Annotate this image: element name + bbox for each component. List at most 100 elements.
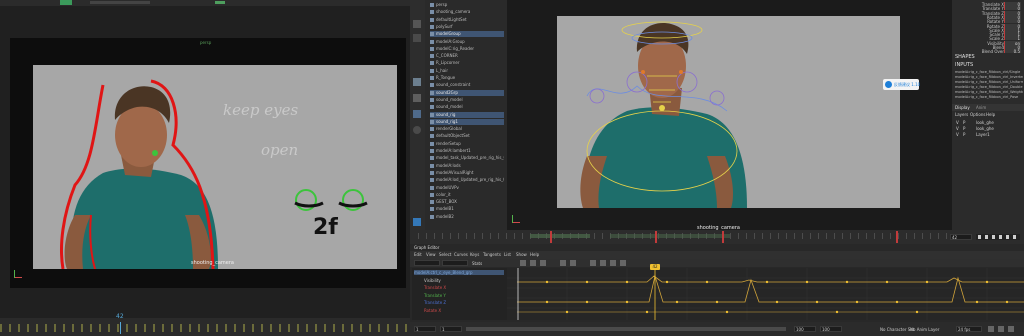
layer-visibility-toggle[interactable]: V: [956, 132, 959, 137]
range-slider[interactable]: [466, 327, 786, 331]
menu-edit[interactable]: Edit: [414, 251, 422, 259]
outliner-item[interactable]: modelA:lods: [430, 163, 504, 169]
outliner-item[interactable]: polySurf: [430, 24, 504, 30]
outliner-item[interactable]: R_Tongue: [430, 75, 504, 81]
stats-field-2[interactable]: [442, 260, 468, 266]
go-start-icon[interactable]: [978, 235, 981, 239]
tab-anim[interactable]: Anim: [976, 105, 986, 110]
audio-icon[interactable]: [998, 326, 1004, 332]
left-timeline[interactable]: 42: [0, 313, 410, 336]
outliner-item[interactable]: modelB2: [430, 214, 504, 220]
graph-editor-list-item[interactable]: Visibility: [424, 278, 504, 283]
menu-curves[interactable]: Curves: [454, 251, 468, 259]
step-tangent-icon[interactable]: [620, 260, 626, 266]
graph-editor-list-item[interactable]: Translate Y: [424, 293, 504, 298]
input-node-item[interactable]: modelA:rig_c_face_Ribbon_ctrl_Pose: [955, 95, 1023, 100]
end-range-field[interactable]: 100: [794, 326, 816, 332]
right-viewport-render[interactable]: shooting_camera: [557, 16, 900, 231]
tab-display[interactable]: Display: [955, 105, 970, 110]
play-back-icon[interactable]: [992, 235, 995, 239]
search-icon[interactable]: [413, 126, 421, 134]
display-layer-row[interactable]: V P Layer1: [952, 132, 1024, 138]
go-end-icon[interactable]: [1013, 235, 1016, 239]
curve-1[interactable]: [517, 275, 1024, 283]
brow-control-right[interactable]: [679, 70, 683, 74]
outliner-item[interactable]: renderSetup: [430, 141, 504, 147]
lattice-icon[interactable]: [540, 260, 546, 266]
spline-tangent-icon[interactable]: [590, 260, 596, 266]
outliner-panel[interactable]: persp shooting_camera defaultLightSet polyS…: [425, 0, 507, 240]
outliner-item[interactable]: defaultObjectSet: [430, 133, 504, 139]
ear-control-right[interactable]: [709, 90, 725, 106]
flat-tangent-icon[interactable]: [610, 260, 616, 266]
outliner-item[interactable]: sound2Grp: [430, 89, 504, 96]
playback-controls[interactable]: [976, 234, 1020, 240]
insert-key-icon[interactable]: [530, 260, 536, 266]
keyframes[interactable]: [545, 280, 1009, 314]
outliner-item[interactable]: L_hair: [430, 68, 504, 74]
outliner-item[interactable]: shooting_camera: [430, 9, 504, 15]
settings-gear-icon[interactable]: [1008, 326, 1014, 332]
graph-editor-list-item[interactable]: Translate Z: [424, 300, 504, 305]
step-forward-icon[interactable]: [1006, 235, 1009, 239]
channel-box[interactable]: Translate X 0 Translate Y 0 Translate Z 0 Rota…: [952, 0, 1024, 230]
layer-playback-toggle[interactable]: P: [963, 126, 965, 131]
layer-menu-layers[interactable]: Layers: [955, 112, 968, 117]
linear-tangent-icon[interactable]: [600, 260, 606, 266]
rotate-tool-icon[interactable]: [413, 94, 421, 102]
layer-playback-toggle[interactable]: P: [963, 120, 965, 125]
loop-icon[interactable]: [988, 326, 994, 332]
menu-select[interactable]: Select: [439, 251, 451, 259]
layout-icon[interactable]: [413, 218, 421, 226]
outliner-item[interactable]: modelA:lod_Updated_pre_rig_his_05: [430, 177, 504, 183]
play-icon[interactable]: [999, 235, 1002, 239]
outliner-item[interactable]: sound_rig1: [430, 118, 504, 125]
graph-editor-list-item[interactable]: modelA:ctrl_c_eye_Blend_grp: [414, 270, 504, 275]
channel-value-field[interactable]: 0.5: [1005, 49, 1021, 54]
current-frame-field[interactable]: 42: [950, 234, 972, 240]
step-back-icon[interactable]: [985, 235, 988, 239]
menu-help[interactable]: Help: [530, 251, 539, 259]
feedback-badge[interactable]: 反馈建议 1.10: [883, 79, 920, 90]
stats-field[interactable]: [414, 260, 440, 266]
menu-tangents[interactable]: Tangents: [483, 251, 501, 259]
left-viewport-render[interactable]: keep eyes open 2f shooting_camera: [33, 65, 397, 270]
fps-field[interactable]: 24 fps: [956, 326, 982, 332]
outliner-item[interactable]: modelAVisualRight: [430, 170, 504, 176]
brow-control-left[interactable]: [641, 70, 645, 74]
layer-menu-help[interactable]: Help: [986, 112, 995, 117]
left-playhead[interactable]: [120, 322, 121, 334]
layer-visibility-toggle[interactable]: V: [956, 120, 959, 125]
outliner-item[interactable]: modelC:rig_Reader: [430, 46, 504, 52]
outliner-item[interactable]: model_task_Updated_pre_rig_his_05: [430, 155, 504, 161]
outliner-item[interactable]: sound_rig: [430, 111, 504, 118]
outliner-item[interactable]: renderGlobal: [430, 126, 504, 132]
layer-visibility-toggle[interactable]: V: [956, 126, 959, 131]
outliner-item[interactable]: C_CORNER: [430, 53, 504, 59]
outliner-item[interactable]: persp: [430, 2, 504, 8]
outliner-item[interactable]: modelUVPv: [430, 185, 504, 191]
layer-menu-options[interactable]: Options: [970, 112, 985, 117]
menu-keys[interactable]: Keys: [470, 251, 479, 259]
frame-all-icon[interactable]: [560, 260, 566, 266]
outliner-item[interactable]: sound_model: [430, 104, 504, 110]
outliner-item[interactable]: sound_constraint: [430, 82, 504, 88]
layer-playback-toggle[interactable]: P: [963, 132, 965, 137]
graph-editor-list-item[interactable]: Translate X: [424, 285, 504, 290]
end-frame-field[interactable]: 100: [820, 326, 842, 332]
select-tool-icon[interactable]: [413, 20, 421, 28]
graph-editor-list-item[interactable]: Rotate X: [424, 308, 504, 313]
outliner-item[interactable]: R_Lipcorner: [430, 60, 504, 66]
outliner-item[interactable]: color_it: [430, 192, 504, 198]
key-tool-icon[interactable]: [520, 260, 526, 266]
outliner-item[interactable]: sound_model: [430, 97, 504, 103]
menu-view[interactable]: View: [426, 251, 436, 259]
scale-tool-icon[interactable]: [413, 110, 421, 118]
jaw-control[interactable]: [659, 105, 665, 111]
ear-control-left[interactable]: [589, 88, 605, 104]
lasso-tool-icon[interactable]: [413, 34, 421, 42]
outliner-item[interactable]: modelA:lambert1: [430, 148, 504, 154]
menu-list[interactable]: List: [504, 251, 511, 259]
outliner-item[interactable]: modelGroup: [430, 31, 504, 38]
outliner-item[interactable]: modelA:Group: [430, 39, 504, 45]
